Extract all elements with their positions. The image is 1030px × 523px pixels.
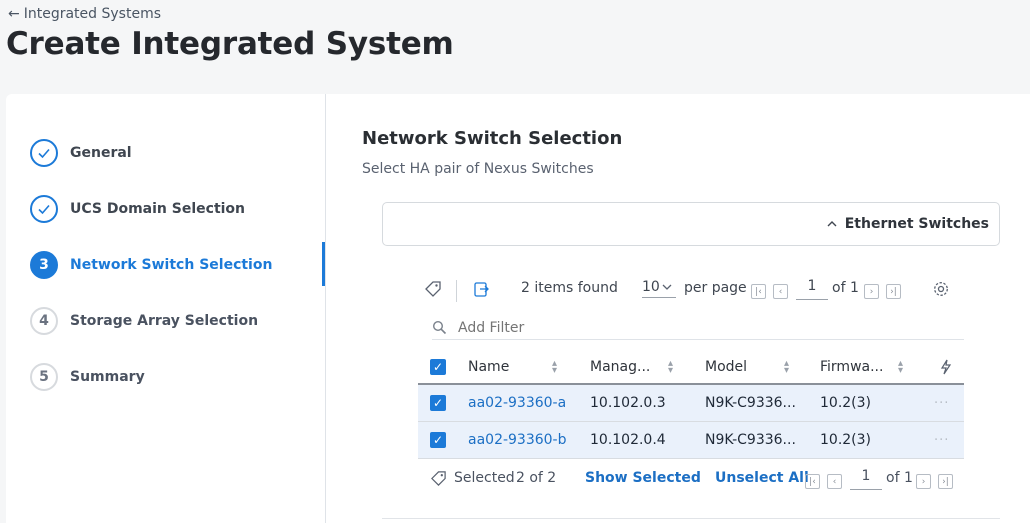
selected-label: Selected [454,470,515,486]
checkbox-checked-icon: ✓ [430,432,446,448]
section-title: Network Switch Selection [362,128,623,149]
active-step-indicator [322,242,325,286]
show-selected-link[interactable]: Show Selected [585,470,701,486]
items-found-count: 2 items found [521,280,618,296]
page-of-label: of 1 [832,280,859,296]
last-page-icon[interactable]: ›| [886,284,901,299]
per-page-label: per page [684,280,747,296]
row-actions-icon[interactable]: ··· [934,385,949,421]
prev-page-icon[interactable]: ‹ [773,284,788,299]
row-checkbox[interactable]: ✓ [430,422,446,458]
ethernet-switches-label: Ethernet Switches [844,216,989,232]
switch-name-link[interactable]: aa02-93360-b [468,422,567,458]
column-header-firmware[interactable]: Firmwa... [820,350,883,383]
unselect-all-link[interactable]: Unselect All [715,470,809,486]
step-storage-array-selection[interactable]: 4 Storage Array Selection [30,306,258,336]
step-label: Storage Array Selection [70,313,259,329]
page-of-label: of 1 [886,470,913,486]
step-label: Network Switch Selection [70,257,273,273]
step-general[interactable]: General [30,138,132,168]
tag-icon[interactable] [424,280,442,302]
tag-icon [430,470,447,491]
sort-icon[interactable]: ▴ ▾ [552,350,557,383]
table-row[interactable]: ✓ aa02-93360-b 10.102.0.4 N9K-C9336... 1… [418,422,964,459]
step-summary[interactable]: 5 Summary [30,362,145,392]
check-icon [30,195,58,223]
per-page-select[interactable]: 10 [642,276,676,298]
wizard-card: General UCS Domain Selection 3 Network S… [6,94,1030,523]
page-title: Create Integrated System [6,26,454,62]
sort-icon[interactable]: ▴ ▾ [898,350,903,383]
next-page-icon[interactable]: › [916,474,931,489]
checkbox-checked-icon: ✓ [430,395,446,411]
per-page-value: 10 [642,278,660,295]
step-network-switch-selection[interactable]: 3 Network Switch Selection [30,250,272,280]
filter-bar [432,318,964,340]
check-icon [30,139,58,167]
filter-input[interactable] [458,320,948,336]
column-header-management[interactable]: Manag... [590,350,650,383]
last-page-icon[interactable]: ›| [938,474,953,489]
next-page-icon[interactable]: › [864,284,879,299]
select-all-checkbox[interactable]: ✓ [430,350,446,383]
lightning-icon [940,350,952,383]
table-toolbar: 2 items found 10 per page |‹ ‹ 1 of 1 › … [424,276,964,306]
switch-model: N9K-C9336... [705,432,796,448]
management-ip: 10.102.0.4 [590,432,666,448]
wizard-stepper: General UCS Domain Selection 3 Network S… [6,94,326,523]
export-icon[interactable] [472,280,490,302]
switch-model: N9K-C9336... [705,395,796,411]
switch-name-link[interactable]: aa02-93360-a [468,385,566,421]
table-footer: Selected 2 of 2 Show Selected Unselect A… [418,466,964,492]
switches-table: ✓ Name ▴ ▾ Manag... ▴ ▾ Model ▴ ▾ Firmwa...… [418,350,964,459]
row-actions-icon[interactable]: ··· [934,422,949,458]
section-subtitle: Select HA pair of Nexus Switches [362,161,594,177]
table-header-row: ✓ Name ▴ ▾ Manag... ▴ ▾ Model ▴ ▾ Firmwa...… [418,350,964,385]
row-checkbox[interactable]: ✓ [430,385,446,421]
firmware-version: 10.2(3) [820,395,872,411]
step-number: 5 [30,363,58,391]
prev-page-icon[interactable]: ‹ [827,474,842,489]
first-page-icon[interactable]: |‹ [751,284,766,299]
step-label: UCS Domain Selection [70,201,246,217]
first-page-icon[interactable]: |‹ [805,474,820,489]
table-row[interactable]: ✓ aa02-93360-a 10.102.0.3 N9K-C9336... 1… [418,385,964,422]
step-ucs-domain-selection[interactable]: UCS Domain Selection [30,194,245,224]
gear-icon[interactable] [932,280,950,302]
step-number: 4 [30,307,58,335]
step-label: Summary [70,369,145,385]
management-ip: 10.102.0.3 [590,395,666,411]
chevron-down-icon [662,279,672,295]
sort-icon[interactable]: ▴ ▾ [668,350,673,383]
breadcrumb-label: Integrated Systems [23,6,161,22]
checkbox-checked-icon: ✓ [430,358,446,375]
step-number: 3 [30,251,58,279]
page-number-input[interactable]: 1 [850,466,882,490]
back-arrow-icon: ← [8,6,20,22]
column-header-name[interactable]: Name [468,350,509,383]
selected-count: 2 of 2 [516,470,557,486]
column-header-model[interactable]: Model [705,350,747,383]
sort-icon[interactable]: ▴ ▾ [784,350,789,383]
ethernet-switches-toggle[interactable]: Ethernet Switches [827,216,989,232]
chevron-up-icon [827,218,837,231]
ethernet-switches-panel: Ethernet Switches [382,202,1000,246]
toolbar-divider [456,280,457,302]
page-number-input[interactable]: 1 [796,276,828,300]
search-icon [432,320,447,339]
panel-bottom-border [382,518,1000,519]
step-label: General [70,145,132,161]
breadcrumb[interactable]: ← Integrated Systems [8,6,161,22]
firmware-version: 10.2(3) [820,432,872,448]
